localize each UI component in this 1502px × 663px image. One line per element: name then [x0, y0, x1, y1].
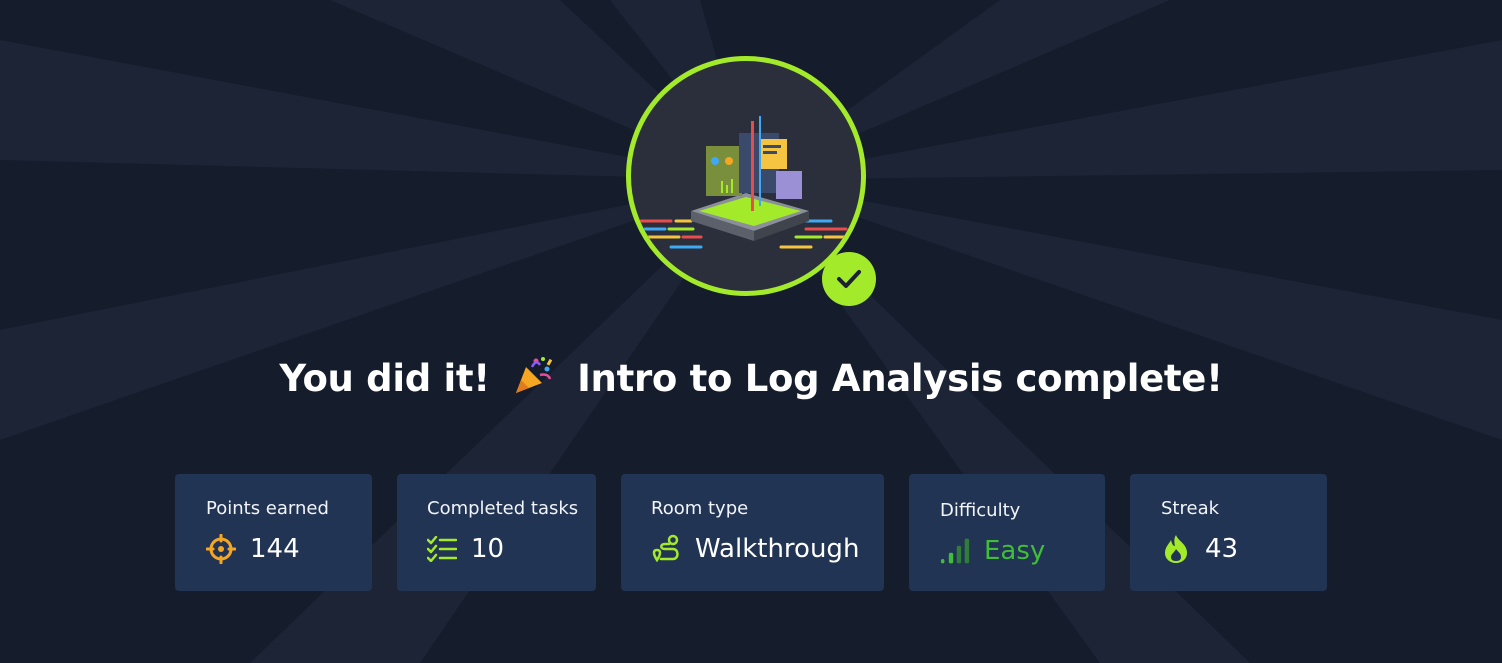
target-crosshair-icon	[206, 534, 236, 564]
stat-value: 43	[1205, 534, 1239, 564]
streak-card: Streak 43	[1130, 474, 1327, 591]
headline-room-name: Intro to Log Analysis	[577, 357, 1003, 400]
completed-tasks-card: Completed tasks 10	[397, 474, 596, 591]
stat-value: Walkthrough	[695, 534, 860, 564]
completion-headline: You did it! Intro to Log Analysis comple…	[0, 355, 1502, 404]
route-path-icon	[651, 534, 681, 564]
flame-icon	[1161, 534, 1191, 564]
room-badge	[626, 56, 878, 308]
stat-value: 144	[250, 534, 300, 564]
stat-value: Easy	[984, 536, 1046, 566]
checklist-icon	[427, 534, 457, 564]
headline-suffix: complete!	[1015, 357, 1223, 400]
stat-label: Room type	[651, 498, 749, 519]
stat-label: Streak	[1161, 498, 1220, 519]
stat-label: Difficulty	[940, 500, 1021, 521]
party-popper-icon	[512, 355, 554, 404]
points-earned-card: Points earned 144	[175, 474, 372, 591]
headline-prefix: You did it!	[279, 357, 490, 400]
room-type-card: Room type Walkthrough	[621, 474, 884, 591]
difficulty-card: Difficulty Easy	[909, 474, 1105, 591]
stat-label: Completed tasks	[427, 498, 579, 519]
signal-bars-icon	[940, 536, 970, 566]
stat-value: 10	[471, 534, 505, 564]
checkmark-icon	[822, 252, 876, 306]
stat-label: Points earned	[206, 498, 329, 519]
